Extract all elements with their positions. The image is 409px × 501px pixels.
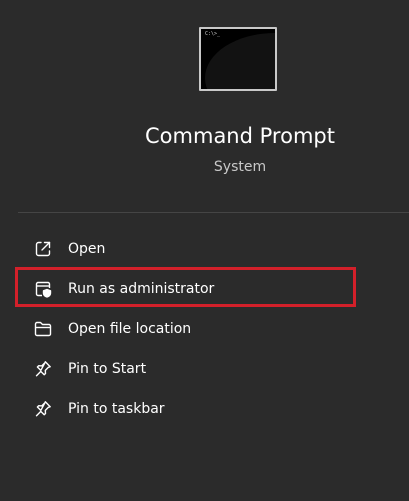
- pin-to-start-label: Pin to Start: [68, 361, 147, 377]
- open-label: Open: [68, 241, 106, 257]
- run-as-admin-shield-icon: [33, 279, 53, 299]
- app-context-panel: C:\>_ Command Prompt System Open Run as …: [0, 0, 409, 501]
- open-file-location-label: Open file location: [68, 321, 192, 337]
- folder-icon: [33, 319, 53, 339]
- run-as-administrator-label: Run as administrator: [68, 281, 215, 297]
- open-file-location-action[interactable]: Open file location: [18, 309, 409, 349]
- pin-icon: [33, 399, 53, 419]
- open-external-icon: [33, 239, 53, 259]
- run-as-administrator-action[interactable]: Run as administrator: [18, 269, 409, 309]
- command-prompt-icon: C:\>_: [199, 27, 277, 91]
- app-category: System: [213, 159, 267, 175]
- app-title: Command Prompt: [145, 124, 335, 148]
- action-menu: Open Run as administrator Open file loca…: [18, 229, 409, 429]
- prompt-text: C:\>_: [205, 31, 221, 37]
- open-action[interactable]: Open: [18, 229, 409, 269]
- pin-to-taskbar-label: Pin to taskbar: [68, 401, 165, 417]
- divider: [18, 212, 409, 213]
- pin-to-taskbar-action[interactable]: Pin to taskbar: [18, 389, 409, 429]
- pin-icon: [33, 359, 53, 379]
- pin-to-start-action[interactable]: Pin to Start: [18, 349, 409, 389]
